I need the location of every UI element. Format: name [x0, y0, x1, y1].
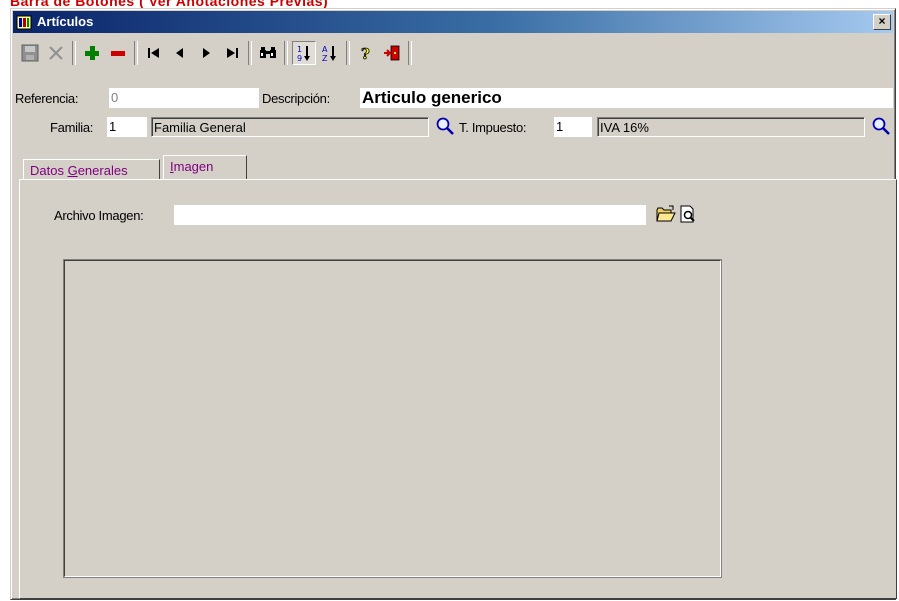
tab-imagen[interactable]: Imagen	[163, 155, 247, 179]
exit-button[interactable]	[380, 41, 404, 65]
sort-numeric-icon: 1 9	[297, 45, 310, 63]
last-record-icon	[227, 48, 238, 58]
sort-alpha-icon: A Z	[322, 45, 336, 63]
save-icon	[21, 44, 39, 62]
toolbar-separator	[248, 41, 252, 65]
window-title: Artículos	[37, 14, 94, 29]
impuesto-search-icon[interactable]	[871, 116, 891, 136]
next-record-button[interactable]	[194, 41, 218, 65]
svg-text:Z: Z	[322, 54, 328, 63]
previous-record-button[interactable]	[168, 41, 192, 65]
help-icon: ?	[361, 45, 371, 62]
delete-button[interactable]	[106, 41, 130, 65]
svg-text:A: A	[322, 45, 328, 54]
familia-search-icon[interactable]	[435, 116, 455, 136]
add-icon	[85, 46, 99, 60]
next-record-icon	[203, 48, 210, 58]
sort-numeric-button[interactable]: 1 9	[292, 41, 316, 65]
last-record-button[interactable]	[220, 41, 244, 65]
find-button[interactable]	[256, 41, 280, 65]
title-bar[interactable]: Artículos ×	[13, 11, 893, 33]
first-record-icon	[148, 48, 159, 58]
descripcion-label: Descripción:	[262, 91, 330, 106]
tab-label-part: magen	[173, 159, 214, 174]
first-record-button[interactable]	[142, 41, 166, 65]
svg-text:?: ?	[361, 45, 370, 62]
tab-label-part: Datos	[30, 163, 68, 178]
sort-alpha-button[interactable]: A Z	[318, 41, 342, 65]
find-icon	[260, 47, 276, 58]
tab-datos-generales[interactable]: Datos Generales	[23, 159, 160, 179]
close-button[interactable]: ×	[873, 14, 891, 30]
familia-label: Familia:	[50, 120, 94, 135]
svg-text:1: 1	[297, 45, 302, 54]
exit-icon	[384, 45, 400, 61]
impuesto-code-field[interactable]: 1	[554, 117, 592, 137]
archivo-imagen-label: Archivo Imagen:	[54, 208, 144, 223]
previous-record-icon	[176, 48, 183, 58]
familia-name-field: Familia General	[151, 117, 429, 137]
impuesto-name-field: IVA 16%	[597, 117, 865, 137]
toolbar-separator	[346, 41, 350, 65]
tab-label-accel: G	[67, 163, 78, 178]
referencia-label: Referencia:	[15, 91, 79, 106]
help-button[interactable]: ?	[354, 41, 378, 65]
toolbar-separator	[72, 41, 76, 65]
save-button[interactable]	[18, 41, 42, 65]
image-preview-frame	[63, 259, 722, 578]
open-folder-icon[interactable]	[656, 205, 676, 223]
cancel-button[interactable]	[44, 41, 68, 65]
toolbar-separator	[284, 41, 288, 65]
familia-code-field[interactable]: 1	[107, 117, 147, 137]
imagen-tab-panel: Archivo Imagen:	[19, 179, 897, 599]
preview-icon[interactable]	[679, 205, 697, 223]
svg-text:9: 9	[297, 54, 302, 63]
tab-label-part: enerales	[77, 163, 128, 178]
archivo-imagen-field[interactable]	[174, 205, 646, 225]
cancel-icon	[49, 46, 63, 60]
toolbar-separator	[408, 41, 412, 65]
descripcion-field[interactable]: Articulo generico	[360, 88, 893, 108]
impuesto-label: T. Impuesto:	[459, 120, 527, 135]
referencia-field[interactable]: 0	[109, 88, 259, 108]
delete-icon	[111, 51, 125, 56]
toolbar-separator	[134, 41, 138, 65]
add-button[interactable]	[80, 41, 104, 65]
toolbar: 1 9 A Z ?	[14, 35, 590, 71]
articulos-window: Artículos × 1 9 A Z ? Referencia: 0 Desc…	[10, 8, 897, 600]
app-icon	[16, 15, 32, 30]
